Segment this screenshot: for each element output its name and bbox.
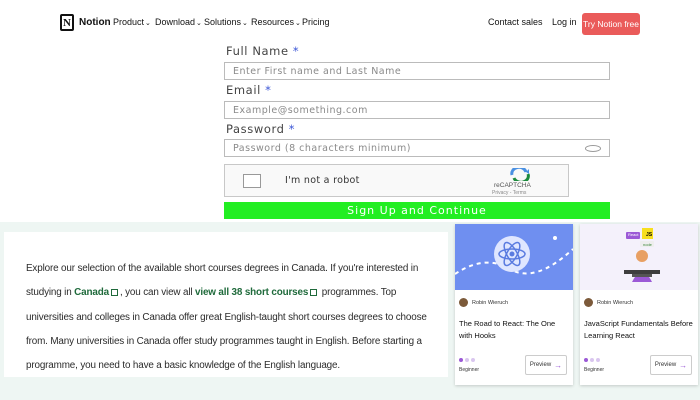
nav-item-download[interactable]: Download⌄ bbox=[155, 17, 202, 27]
chevron-down-icon: ⌄ bbox=[196, 20, 202, 27]
recaptcha-brand: reCAPTCHA bbox=[494, 182, 531, 189]
nav-item-pricing[interactable]: Pricing bbox=[302, 17, 330, 27]
email-input[interactable]: Example@something.com bbox=[224, 101, 610, 119]
course-card[interactable]: Robin Wieruch The Road to React: The One… bbox=[455, 224, 573, 385]
page: N Notion Product⌄ Download⌄ Solutions⌄ R… bbox=[0, 0, 700, 400]
nav-item-label: Resources bbox=[251, 17, 295, 27]
login-link[interactable]: Log in bbox=[552, 17, 577, 27]
nav-item-resources[interactable]: Resources⌄ bbox=[251, 17, 301, 27]
label-text: Email bbox=[226, 83, 261, 97]
show-password-eye-icon[interactable] bbox=[585, 145, 601, 152]
preview-button[interactable]: Preview → bbox=[650, 355, 692, 375]
nav-item-label: Solutions bbox=[204, 17, 242, 27]
avatar bbox=[459, 298, 468, 307]
course-level: Beginner bbox=[584, 367, 605, 373]
brand-name[interactable]: Notion bbox=[79, 17, 111, 28]
full-name-label: Full Name * bbox=[226, 44, 299, 58]
canada-link[interactable]: Canada bbox=[74, 287, 109, 298]
recaptcha-logo-icon bbox=[510, 168, 530, 181]
top-nav: N Notion Product⌄ Download⌄ Solutions⌄ R… bbox=[0, 0, 700, 46]
node-badge: node bbox=[643, 242, 652, 247]
preview-label: Preview bbox=[654, 362, 677, 368]
avatar bbox=[584, 298, 593, 307]
password-placeholder: Password (8 characters minimum) bbox=[233, 143, 411, 154]
view-all-courses-link[interactable]: view all 38 short courses bbox=[195, 287, 308, 298]
chevron-down-icon: ⌄ bbox=[145, 20, 151, 27]
js-badge: JS bbox=[646, 232, 653, 238]
recaptcha-terms[interactable]: Privacy - Terms bbox=[492, 190, 526, 196]
description-text: Explore our selection of the available s… bbox=[26, 257, 441, 378]
course-card[interactable]: React JS node Robin Wieruch JavaScript F… bbox=[580, 224, 698, 385]
signup-form: Full Name * Enter First name and Last Na… bbox=[222, 44, 614, 224]
nav-item-label: Product bbox=[113, 17, 145, 27]
recaptcha-widget: I'm not a robot reCAPTCHA Privacy - Term… bbox=[224, 164, 569, 197]
react-logo-thumbnail-icon bbox=[455, 224, 573, 290]
nav-item-solutions[interactable]: Solutions⌄ bbox=[204, 17, 248, 27]
courses-description: Explore our selection of the available s… bbox=[4, 232, 448, 377]
author-name: Robin Wieruch bbox=[597, 299, 634, 306]
external-link-icon bbox=[310, 289, 318, 297]
contact-sales-link[interactable]: Contact sales bbox=[488, 17, 543, 27]
required-mark: * bbox=[265, 83, 272, 97]
level-indicator bbox=[584, 358, 600, 362]
course-thumbnail bbox=[455, 224, 573, 290]
nav-item-product[interactable]: Product⌄ bbox=[113, 17, 151, 27]
password-label: Password * bbox=[226, 122, 295, 136]
recaptcha-label: I'm not a robot bbox=[285, 175, 360, 186]
sign-up-button[interactable]: Sign Up and Continue bbox=[224, 202, 610, 219]
course-title[interactable]: The Road to React: The One with Hooks bbox=[459, 318, 569, 342]
course-title[interactable]: JavaScript Fundamentals Before Learning … bbox=[584, 318, 694, 342]
course-thumbnail: React JS node bbox=[580, 224, 698, 290]
email-label: Email * bbox=[226, 83, 272, 97]
course-author: Robin Wieruch bbox=[459, 298, 508, 307]
label-text: Full Name bbox=[226, 44, 289, 58]
level-indicator bbox=[459, 358, 475, 362]
react-badge: React bbox=[628, 232, 639, 237]
try-notion-free-button[interactable]: Try Notion free bbox=[582, 13, 640, 35]
chevron-down-icon: ⌄ bbox=[295, 20, 301, 27]
developer-illustration-icon bbox=[580, 224, 698, 290]
label-text: Password bbox=[226, 122, 285, 136]
required-mark: * bbox=[292, 44, 300, 58]
arrow-right-icon: → bbox=[554, 360, 563, 370]
password-input[interactable]: Password (8 characters minimum) bbox=[224, 139, 610, 157]
author-name: Robin Wieruch bbox=[472, 299, 509, 306]
text-segment: programmes. Top universities and college… bbox=[26, 287, 427, 372]
notion-logo-icon[interactable]: N bbox=[60, 14, 74, 31]
text-segment: , you can view all bbox=[119, 287, 196, 299]
arrow-right-icon: → bbox=[679, 360, 688, 370]
nav-item-label: Download bbox=[155, 17, 196, 27]
chevron-down-icon: ⌄ bbox=[242, 20, 248, 27]
course-author: Robin Wieruch bbox=[584, 298, 633, 307]
preview-label: Preview bbox=[529, 362, 552, 368]
preview-button[interactable]: Preview → bbox=[525, 355, 567, 375]
full-name-input[interactable]: Enter First name and Last Name bbox=[224, 62, 610, 80]
required-mark: * bbox=[288, 122, 296, 136]
external-link-icon bbox=[110, 289, 118, 297]
course-level: Beginner bbox=[459, 367, 480, 373]
recaptcha-checkbox[interactable] bbox=[243, 174, 261, 188]
